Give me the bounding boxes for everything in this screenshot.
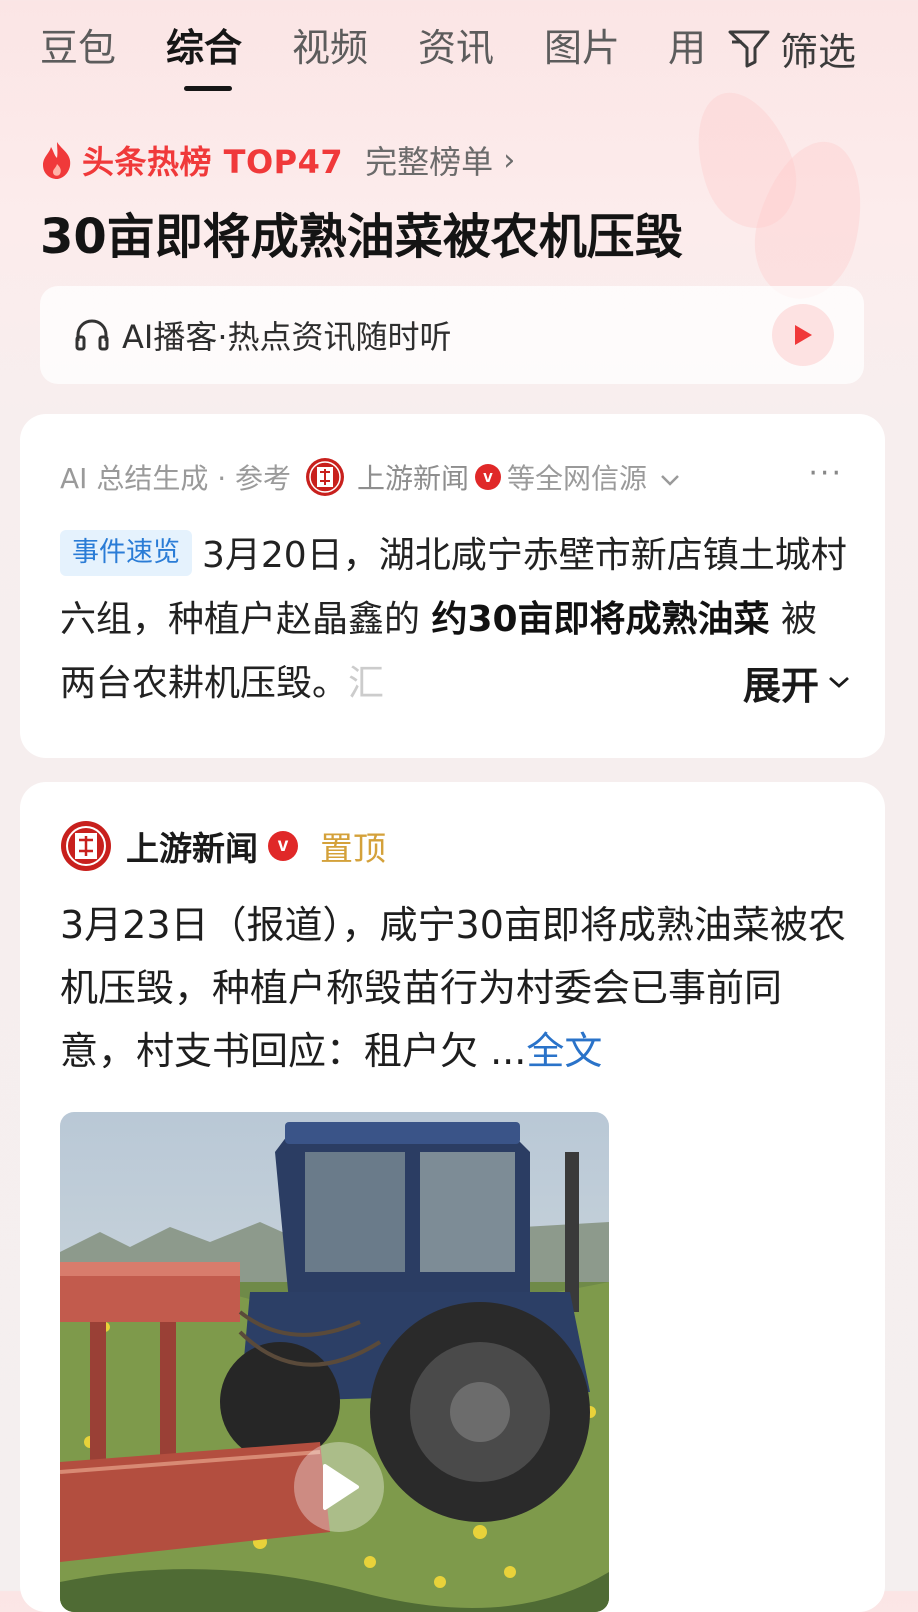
active-tab-indicator [184, 86, 232, 91]
flame-icon [43, 142, 71, 179]
article-text: 3月23日（报道），咸宁30亩即将成熟油菜被农机压毁，种植户称毁苗行为村委会已事… [60, 903, 846, 1073]
news-article-card[interactable]: 上游新闻 v 置顶 3月23日（报道），咸宁30亩即将成熟油菜被农机压毁，种植户… [20, 782, 885, 1612]
hot-list-header: 头条热榜 TOP47 完整榜单 › [40, 136, 515, 184]
play-icon [323, 1464, 359, 1510]
pinned-label: 置顶 [320, 829, 386, 868]
summary-text-bold: 约30亩即将成熟油菜 [431, 599, 770, 640]
source-name: 上游新闻 [357, 462, 470, 495]
tab-images[interactable]: 图片 [544, 22, 620, 74]
chevron-right-icon: › [503, 142, 516, 178]
podcast-play-button[interactable] [772, 304, 834, 366]
full-list-link[interactable]: 完整榜单 › [365, 137, 515, 183]
filter-button[interactable]: 筛选 [728, 22, 856, 74]
news-source-logo [61, 821, 111, 871]
ai-summary-label: AI 总结生成 · 参考 [60, 462, 292, 495]
tab-video[interactable]: 视频 [292, 22, 368, 74]
filter-icon [728, 30, 770, 68]
tab-users[interactable]: 用 [668, 22, 706, 74]
play-icon [795, 325, 812, 345]
full-text-link[interactable]: 全文 [526, 1029, 602, 1073]
tab-news[interactable]: 资讯 [418, 22, 494, 74]
hot-list-title[interactable]: 头条热榜 TOP47 [82, 137, 343, 183]
verified-badge-icon: v [268, 831, 298, 861]
chevron-down-icon [829, 676, 849, 688]
expand-button[interactable]: 展开 [682, 650, 851, 714]
chevron-down-icon [659, 461, 681, 494]
news-source-logo [306, 458, 345, 496]
podcast-label: AI播客·热点资讯随时听 [122, 318, 452, 356]
ai-podcast-bar[interactable]: AI播客·热点资讯随时听 [40, 286, 864, 384]
summary-text-cut: 汇 [348, 663, 385, 704]
ai-summary-card: AI 总结生成 · 参考 上游新闻 v 等全网信源 ··· 事件速览 3月20日，… [20, 414, 885, 758]
tractor-video-frame [60, 1112, 609, 1612]
article-source-row[interactable]: 上游新闻 v 置顶 [60, 820, 386, 872]
article-source-name: 上游新闻 [126, 829, 258, 868]
source-suffix: 等全网信源 [507, 462, 648, 495]
more-options-icon[interactable]: ··· [808, 459, 843, 489]
page-title[interactable]: 30亩即将成熟油菜被农机压毁 [40, 204, 683, 270]
tab-comprehensive[interactable]: 综合 [166, 22, 242, 74]
search-tab-bar: 豆包 综合 视频 资讯 图片 用 筛选 [0, 0, 918, 100]
tab-doubao[interactable]: 豆包 [40, 22, 116, 74]
ai-summary-source-line[interactable]: AI 总结生成 · 参考 上游新闻 v 等全网信源 [60, 454, 681, 500]
expand-label: 展开 [742, 663, 819, 708]
video-thumbnail[interactable] [60, 1112, 609, 1612]
filter-label: 筛选 [780, 29, 857, 74]
headphones-icon [75, 319, 109, 351]
full-list-label: 完整榜单 [365, 143, 494, 181]
verified-badge-icon: v [475, 464, 502, 490]
event-overview-tag: 事件速览 [60, 530, 192, 576]
video-play-button[interactable] [294, 1442, 384, 1532]
article-snippet[interactable]: 3月23日（报道），咸宁30亩即将成熟油菜被农机压毁，种植户称毁苗行为村委会已事… [60, 894, 850, 1083]
